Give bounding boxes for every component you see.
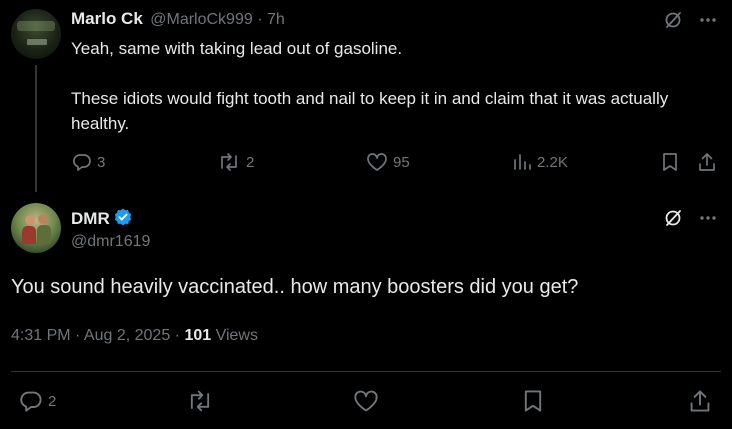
reply-button[interactable]: 3 — [72, 152, 105, 172]
main-post-header: DMR — [71, 207, 133, 232]
parent-separator: · — [257, 11, 263, 28]
share-icon — [688, 389, 712, 413]
reply-button-main[interactable]: 2 — [19, 389, 56, 413]
views-count-main: 101 — [184, 327, 212, 344]
thread-connector-line — [35, 65, 37, 192]
main-post-text: You sound heavily vaccinated.. how many … — [11, 276, 579, 298]
repost-button[interactable]: 2 — [217, 152, 254, 172]
share-icon[interactable] — [697, 152, 717, 172]
main-display-name[interactable]: DMR — [71, 209, 110, 228]
more-icon[interactable] — [698, 12, 718, 28]
avatar-dmr[interactable] — [11, 203, 61, 253]
parent-display-name[interactable]: Marlo Ck — [71, 9, 143, 28]
views-count: 2.2K — [537, 153, 568, 171]
avatar-marlo[interactable] — [11, 9, 61, 59]
repost-count: 2 — [246, 153, 255, 171]
like-count: 95 — [393, 153, 410, 171]
divider — [11, 371, 721, 372]
bookmark-icon[interactable] — [660, 152, 680, 172]
parent-post-header: Marlo Ck @MarloCk999 · 7h — [71, 9, 285, 29]
reply-icon — [72, 152, 92, 172]
bookmark-button-main[interactable] — [521, 389, 545, 413]
main-post-meta: 4:31 PM · Aug 2, 2025 · 101 Views — [11, 327, 258, 345]
grok-icon[interactable] — [663, 10, 683, 30]
parent-time-ago[interactable]: 7h — [267, 11, 285, 28]
main-handle[interactable]: @dmr1619 — [71, 233, 150, 251]
like-icon — [353, 389, 379, 413]
bookmark-icon — [521, 389, 545, 413]
timestamp[interactable]: 4:31 PM · Aug 2, 2025 · — [11, 327, 184, 344]
parent-post-text: Yeah, same with taking lead out of gasol… — [71, 39, 669, 133]
like-button[interactable]: 95 — [366, 152, 410, 172]
parent-handle[interactable]: @MarloCk999 — [150, 11, 253, 28]
reply-icon — [19, 389, 43, 413]
views-icon — [512, 152, 532, 172]
like-button-main[interactable] — [353, 389, 379, 413]
repost-icon — [217, 152, 241, 172]
share-button-main[interactable] — [688, 389, 712, 413]
grok-icon[interactable] — [663, 208, 683, 228]
like-icon — [366, 152, 388, 172]
reply-count: 3 — [97, 153, 106, 171]
more-icon[interactable] — [698, 210, 718, 226]
verified-badge-icon — [113, 207, 133, 232]
repost-button-main[interactable] — [186, 389, 214, 413]
repost-icon — [186, 389, 214, 413]
views-button[interactable]: 2.2K — [512, 152, 568, 172]
views-label: Views — [211, 327, 258, 344]
reply-count-main: 2 — [48, 392, 57, 410]
